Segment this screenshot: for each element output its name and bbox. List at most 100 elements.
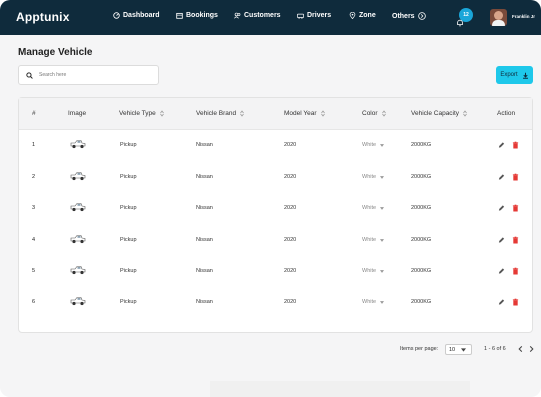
vehicle-table: # Image Vehicle Type Vehicle Brand Model… <box>18 97 533 333</box>
edit-pencil-icon[interactable] <box>498 298 505 306</box>
cell-color-value: White <box>362 237 377 243</box>
bell-icon[interactable] <box>456 19 464 27</box>
cell-color-select[interactable]: White <box>362 237 385 243</box>
cell-vehicle-capacity: 2000KG <box>411 205 432 211</box>
table-row: 1 Pickup Nissan 2020 White 2000KG <box>19 130 532 161</box>
chevron-circle-icon <box>417 12 426 20</box>
cell-color-value: White <box>362 142 377 148</box>
bottom-strip <box>210 381 470 397</box>
header-model-year-label: Model Year <box>284 110 317 117</box>
delete-trash-icon[interactable] <box>512 298 519 306</box>
cell-number: 2 <box>32 174 36 180</box>
cell-vehicle-capacity: 2000KG <box>411 142 432 148</box>
header-image-label: Image <box>68 110 87 117</box>
cell-vehicle-brand: Nissan <box>196 142 213 148</box>
cell-color-value: White <box>362 205 377 211</box>
customers-icon <box>234 12 241 19</box>
sort-icon <box>159 110 164 117</box>
edit-pencil-icon[interactable] <box>498 141 505 149</box>
drivers-icon <box>297 13 304 19</box>
cell-color-select[interactable]: White <box>362 268 385 274</box>
cell-vehicle-brand: Nissan <box>196 299 213 305</box>
table-row: 2 Pickup Nissan 2020 White 2000KG <box>19 162 532 193</box>
export-button[interactable]: Export <box>496 66 533 84</box>
header-vehicle-brand[interactable]: Vehicle Brand <box>196 110 244 117</box>
items-per-page-value: 10 <box>449 346 456 353</box>
nav-customers[interactable]: Customers <box>234 12 281 19</box>
row-actions <box>498 204 519 212</box>
cell-number: 1 <box>32 142 36 148</box>
cell-color-select[interactable]: White <box>362 205 385 211</box>
cell-color-value: White <box>362 174 377 180</box>
cell-number: 6 <box>32 299 36 305</box>
cell-vehicle-capacity: 2000KG <box>411 268 432 274</box>
table-row: 4 Pickup Nissan 2020 White 2000KG <box>19 225 532 256</box>
header-number: # <box>32 110 36 117</box>
pickup-truck-icon <box>70 235 86 244</box>
header-number-label: # <box>32 110 36 117</box>
delete-trash-icon[interactable] <box>512 173 519 181</box>
cell-color-select[interactable]: White <box>362 174 385 180</box>
dashboard-icon <box>113 12 120 19</box>
cell-model-year: 2020 <box>284 299 297 305</box>
pickup-truck-icon <box>70 297 86 306</box>
search-box[interactable]: Search here <box>18 65 159 85</box>
chevron-down-icon <box>380 206 385 210</box>
cell-vehicle-brand: Nissan <box>196 237 213 243</box>
nav-bookings[interactable]: Bookings <box>176 12 218 19</box>
cell-vehicle-capacity: 2000KG <box>411 299 432 305</box>
delete-trash-icon[interactable] <box>512 267 519 275</box>
sort-icon <box>463 110 467 117</box>
header-action-label: Action <box>497 110 516 117</box>
download-icon <box>522 72 528 79</box>
items-per-page-select[interactable]: 10 <box>445 344 472 355</box>
app-logo[interactable]: Apptunix <box>16 10 70 24</box>
cell-vehicle-brand: Nissan <box>196 268 213 274</box>
search-input[interactable]: Search here <box>39 72 66 78</box>
cell-vehicle-type: Pickup <box>120 299 137 305</box>
app-frame: Apptunix Dashboard Bookings Customers Dr… <box>0 0 541 397</box>
items-per-page-label: Items per page: <box>400 346 439 352</box>
edit-pencil-icon[interactable] <box>498 236 505 244</box>
chevron-down-icon <box>380 269 385 273</box>
nav-others[interactable]: Others <box>392 12 426 20</box>
table-row: 6 Pickup Nissan 2020 White 2000KG <box>19 287 532 318</box>
nav-others-label: Others <box>392 12 415 20</box>
header-vehicle-type[interactable]: Vehicle Type <box>119 110 164 117</box>
cell-model-year: 2020 <box>284 174 297 180</box>
edit-pencil-icon[interactable] <box>498 204 505 212</box>
cell-model-year: 2020 <box>284 142 297 148</box>
nav-dashboard[interactable]: Dashboard <box>113 12 160 19</box>
row-actions <box>498 298 519 306</box>
header-model-year[interactable]: Model Year <box>284 110 325 117</box>
delete-trash-icon[interactable] <box>512 204 519 212</box>
nav-zone[interactable]: Zone <box>349 12 376 19</box>
edit-pencil-icon[interactable] <box>498 173 505 181</box>
delete-trash-icon[interactable] <box>512 141 519 149</box>
edit-pencil-icon[interactable] <box>498 267 505 275</box>
table-row: 5 Pickup Nissan 2020 White 2000KG <box>19 256 532 287</box>
cell-vehicle-type: Pickup <box>120 205 137 211</box>
cell-vehicle-brand: Nissan <box>196 174 213 180</box>
nav-drivers[interactable]: Drivers <box>297 12 331 19</box>
location-pin-icon <box>349 12 356 19</box>
avatar[interactable] <box>490 9 507 26</box>
cell-color-select[interactable]: White <box>362 299 385 305</box>
chevron-left-icon[interactable] <box>517 345 524 353</box>
header-vehicle-brand-label: Vehicle Brand <box>196 110 237 117</box>
sort-icon <box>381 110 386 117</box>
header-vehicle-capacity[interactable]: Vehicle Capacity <box>411 110 467 117</box>
pickup-truck-icon <box>70 203 86 212</box>
username[interactable]: Franklin Jr <box>512 14 535 19</box>
header-vehicle-type-label: Vehicle Type <box>119 110 156 117</box>
cell-vehicle-type: Pickup <box>120 237 137 243</box>
header-color[interactable]: Color <box>362 110 386 117</box>
header-color-label: Color <box>362 110 378 117</box>
chevron-down-icon <box>461 347 467 352</box>
chevron-down-icon <box>380 175 385 179</box>
chevron-right-icon[interactable] <box>528 345 535 353</box>
delete-trash-icon[interactable] <box>512 236 519 244</box>
cell-color-select[interactable]: White <box>362 142 385 148</box>
nav-zone-label: Zone <box>359 12 376 19</box>
cell-vehicle-type: Pickup <box>120 142 137 148</box>
